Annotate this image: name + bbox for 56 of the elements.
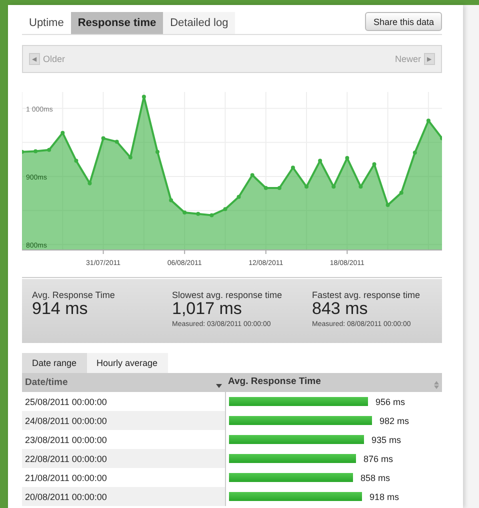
data-point — [34, 149, 38, 154]
tab[interactable]: Date range — [22, 353, 87, 373]
data-point — [332, 184, 336, 189]
data-point — [412, 150, 417, 155]
data-point — [155, 150, 160, 154]
stat-label: Avg. Response Time — [32, 290, 116, 300]
data-point — [60, 130, 65, 135]
data-point — [74, 158, 78, 163]
column-header[interactable]: Avg. Response Time — [225, 373, 442, 392]
data-point — [210, 213, 214, 218]
tab[interactable]: Response time — [70, 12, 164, 34]
table-cell: 25/08/2011 00:00:00 — [22, 392, 225, 411]
sort-caret-icon[interactable] — [216, 384, 222, 388]
table-cell: 956 ms — [376, 396, 406, 406]
data-point — [47, 148, 52, 152]
data-point — [114, 140, 119, 144]
data-point — [236, 194, 241, 199]
stat-value: 914 ms — [32, 300, 88, 318]
table-cell: 23/08/2011 00:00:00 — [22, 430, 225, 449]
table-cell: 858 ms — [360, 472, 390, 482]
data-point — [277, 186, 282, 190]
data-point — [142, 94, 146, 99]
table-cell: 918 ms — [370, 492, 400, 502]
table-cell: 935 ms — [372, 434, 402, 444]
table-cell: 982 ms — [380, 416, 410, 426]
data-point — [250, 173, 254, 178]
table-cell: 20/08/2011 00:00:00 — [22, 487, 225, 506]
data-point — [223, 207, 228, 212]
data-point — [304, 184, 309, 189]
stat-value: 1,017 ms — [172, 300, 242, 318]
table-cell: 21/08/2011 00:00:00 — [22, 468, 225, 487]
table-cell: 876 ms — [364, 454, 394, 464]
data-point — [426, 118, 430, 123]
column-header[interactable]: Date/time — [22, 373, 225, 392]
data-point — [358, 184, 363, 189]
data-point — [372, 162, 376, 166]
data-point — [386, 203, 390, 208]
data-point — [345, 156, 350, 160]
data-point — [101, 136, 106, 140]
data-point — [88, 181, 92, 186]
share-button[interactable]: Share this data — [365, 12, 442, 31]
stat-value: 843 ms — [312, 300, 368, 318]
data-point — [318, 158, 322, 163]
data-point — [264, 186, 268, 190]
data-point — [290, 166, 295, 170]
tab[interactable]: Hourly average — [86, 353, 168, 373]
table-cell: 22/08/2011 00:00:00 — [22, 449, 225, 468]
stat-label: Slowest avg. response time — [172, 290, 284, 300]
data-point — [196, 212, 200, 216]
stat-label: Fastest avg. response time — [312, 290, 420, 300]
data-point — [182, 210, 187, 215]
data-point — [399, 190, 404, 195]
data-point — [169, 198, 174, 202]
data-point — [128, 155, 132, 160]
table-cell: 24/08/2011 00:00:00 — [22, 411, 225, 430]
tab[interactable]: Detailed log — [163, 12, 236, 34]
